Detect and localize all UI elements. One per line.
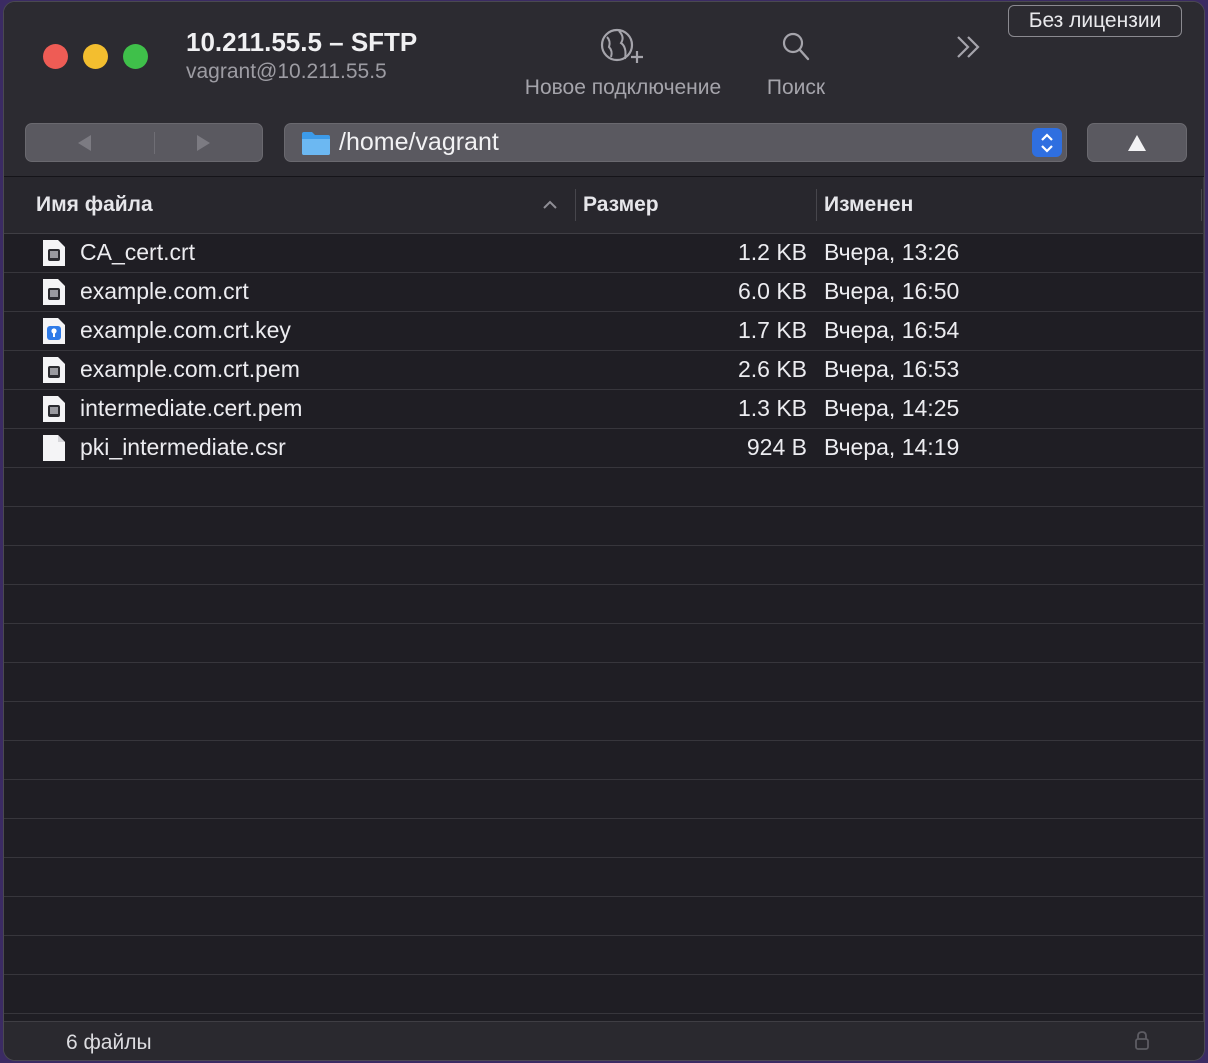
file-name: example.com.crt.pem [80,356,300,382]
certificate-file-icon [41,356,67,389]
window-subtitle: vagrant@10.211.55.5 [186,60,387,83]
empty-row [4,858,1204,897]
folder-icon [301,130,331,161]
globe-plus-icon [510,26,736,68]
file-name: example.com.crt.key [80,317,291,343]
back-button[interactable] [26,124,144,161]
minimize-window-button[interactable] [83,44,108,69]
file-modified: Вчера, 14:19 [824,434,960,460]
empty-row [4,936,1204,975]
license-button[interactable]: Без лицензии [1008,5,1182,37]
file-row[interactable]: example.com.crt.key 1.7 KB Вчера, 16:54 [4,312,1204,351]
certificate-file-icon [41,395,67,428]
column-separator[interactable] [1201,189,1202,221]
search-icon [756,26,836,68]
file-size: 1.3 KB [737,395,807,421]
column-header-size[interactable]: Размер [583,193,659,217]
file-name: CA_cert.crt [80,239,196,265]
empty-row [4,819,1204,858]
file-row[interactable]: example.com.crt.pem 2.6 KB Вчера, 16:53 [4,351,1204,390]
empty-row [4,507,1204,546]
column-header-modified[interactable]: Изменен [824,193,913,217]
file-modified: Вчера, 16:53 [824,356,960,382]
close-window-button[interactable] [43,44,68,69]
empty-row [4,702,1204,741]
file-row[interactable]: intermediate.cert.pem 1.3 KB Вчера, 14:2… [4,390,1204,429]
empty-row [4,624,1204,663]
empty-row [4,468,1204,507]
empty-row [4,663,1204,702]
empty-row [4,975,1204,1014]
search-button[interactable]: Поиск [756,26,836,100]
blank-file-icon [41,434,67,467]
file-modified: Вчера, 16:54 [824,317,960,343]
search-label: Поиск [766,76,826,99]
path-selector[interactable]: /home/vagrant [284,123,1067,162]
file-modified: Вчера, 16:50 [824,278,960,304]
path-popup-stepper[interactable] [1032,128,1062,157]
history-navigation [25,123,263,162]
toolbar-overflow-button[interactable] [944,26,994,68]
file-modified: Вчера, 14:25 [824,395,960,421]
file-row[interactable]: pki_intermediate.csr 924 B Вчера, 14:19 [4,429,1204,468]
certificate-file-icon [41,239,67,272]
empty-row [4,741,1204,780]
new-connection-label: Новое подключение [524,76,722,99]
lock-icon [1134,1030,1150,1055]
column-header-name[interactable]: Имя файла [36,193,153,217]
up-triangle-icon [1128,134,1146,151]
sort-ascending-chevron-icon[interactable] [542,200,558,210]
forward-arrow-icon [197,134,210,151]
file-modified: Вчера, 13:26 [824,239,960,265]
empty-row [4,780,1204,819]
empty-row [4,585,1204,624]
back-arrow-icon [78,134,91,151]
chevron-double-right-icon [944,26,994,68]
file-size: 924 B [746,434,807,460]
forward-button[interactable] [144,124,262,161]
file-row[interactable]: CA_cert.crt 1.2 KB Вчера, 13:26 [4,234,1204,273]
sftp-window: 10.211.55.5 – SFTP vagrant@10.211.55.5 Н… [3,1,1205,1061]
empty-row [4,546,1204,585]
window-title: 10.211.55.5 – SFTP [186,27,418,57]
right-edge-divider [1203,177,1204,1024]
file-count: 6 файлы [66,1031,152,1054]
file-row[interactable]: example.com.crt 6.0 KB Вчера, 16:50 [4,273,1204,312]
file-list: CA_cert.crt 1.2 KB Вчера, 13:26 example.… [4,234,1204,1014]
certificate-file-icon [41,278,67,311]
file-list-header: Имя файла Размер Изменен [4,177,1204,234]
file-size: 2.6 KB [737,356,807,382]
zoom-window-button[interactable] [123,44,148,69]
column-separator[interactable] [816,189,817,221]
new-connection-button[interactable]: Новое подключение [510,26,736,100]
file-name: example.com.crt [80,278,249,304]
up-down-chevron-icon [1041,132,1053,153]
column-separator[interactable] [575,189,576,221]
empty-row [4,897,1204,936]
file-name: intermediate.cert.pem [80,395,303,421]
title-bar: 10.211.55.5 – SFTP vagrant@10.211.55.5 Н… [4,2,1204,177]
file-size: 1.7 KB [737,317,807,343]
parent-directory-button[interactable] [1087,123,1187,162]
key-file-icon [41,317,67,350]
status-bar: 6 файлы [4,1021,1204,1060]
file-size: 1.2 KB [737,239,807,265]
file-name: pki_intermediate.csr [80,434,286,460]
current-path: /home/vagrant [339,128,499,156]
file-size: 6.0 KB [737,278,807,304]
